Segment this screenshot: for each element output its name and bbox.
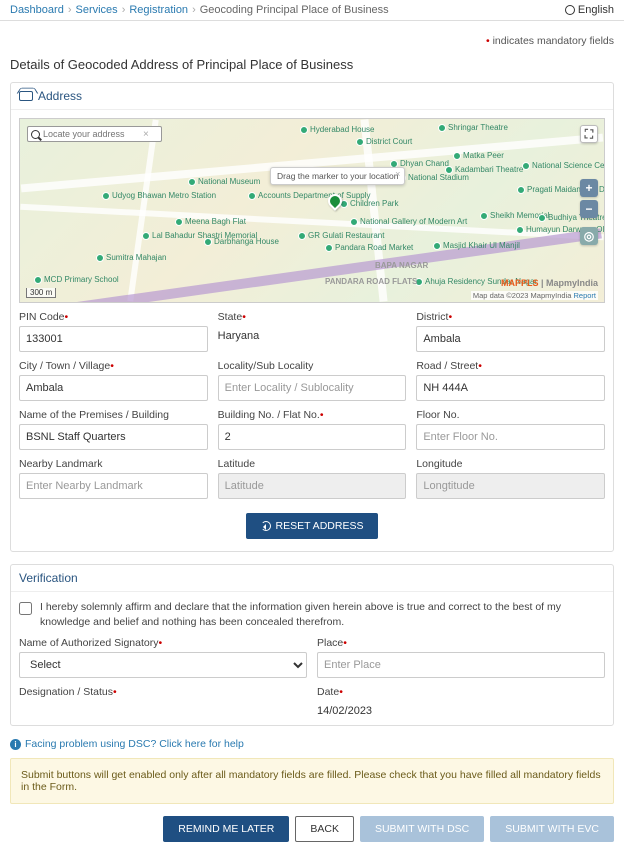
map-attribution: Map data ©2023 MapmyIndia Report [471,291,598,300]
date-label: Date• [317,686,605,698]
remind-later-button[interactable]: REMIND ME LATER [163,816,289,842]
road-input[interactable] [416,375,605,401]
fullscreen-button[interactable]: ⛶ [580,125,598,143]
floor-label: Floor No. [416,409,605,421]
landmark-label: Nearby Landmark [19,458,208,470]
crumb-current: Geocoding Principal Place of Business [200,4,389,16]
lat-label: Latitude [218,458,407,470]
declaration-text: I hereby solemnly affirm and declare tha… [40,600,605,629]
locality-label: Locality/Sub Locality [218,360,407,372]
clear-search-icon[interactable]: × [143,129,149,140]
state-value: Haryana [218,326,407,342]
map-tooltip: Drag the marker to your location × [270,167,405,185]
buildingno-label: Building No. / Flat No.• [218,409,407,421]
lat-input [218,473,407,499]
poi: Darbhanga House [204,237,279,246]
city-input[interactable] [19,375,208,401]
floor-input[interactable] [416,424,605,450]
declaration-checkbox[interactable] [19,602,32,615]
info-icon: i [10,739,21,750]
poi: National Science Centre [522,161,605,170]
road-label: Road / Street• [416,360,605,372]
locality-input[interactable] [218,375,407,401]
poi: National Museum [188,177,260,186]
zoom-out-button[interactable]: − [580,200,598,218]
place-label: Place• [317,637,605,649]
close-tooltip-icon[interactable]: × [395,169,400,179]
submit-evc-button: SUBMIT WITH EVC [490,816,614,842]
language-selector[interactable]: English [565,4,614,16]
crumb-registration[interactable]: Registration [129,4,188,16]
verification-heading: Verification [11,565,613,592]
poi: Matka Peer [453,151,504,160]
breadcrumb: Dashboard› Services› Registration› Geoco… [10,4,389,16]
poi: Sumitra Mahajan [96,253,166,262]
poi: Hyderabad House [300,125,374,134]
map-report-link[interactable]: Report [573,291,596,300]
poi: District Court [356,137,412,146]
poi: National Stadium [398,173,469,182]
reset-address-button[interactable]: RESET ADDRESS [246,513,379,539]
map-brand: MAPPLS | MapmyIndia [501,278,598,288]
premises-label: Name of the Premises / Building [19,409,208,421]
address-heading: Address [11,83,613,110]
dsc-help-link[interactable]: i Facing problem using DSC? Click here f… [10,738,614,750]
poi: Udyog Bhawan Metro Station [102,191,216,200]
mandatory-note: • indicates mandatory fields [10,35,614,47]
map-search-input[interactable] [43,129,143,139]
map-marker[interactable] [328,194,344,210]
zoom-in-button[interactable]: + [580,179,598,197]
map-scale: 300 m [26,288,56,298]
page-title: Details of Geocoded Address of Principal… [10,57,614,72]
signatory-label: Name of Authorized Signatory• [19,637,307,649]
premises-input[interactable] [19,424,208,450]
designation-value [19,701,307,705]
lon-input [416,473,605,499]
crumb-dashboard[interactable]: Dashboard [10,4,64,16]
map[interactable]: Hyderabad House Shringar Theatre Distric… [19,118,605,303]
poi: Shringar Theatre [438,123,508,132]
poi: Meena Bagh Flat [175,217,246,226]
state-label: State• [218,311,407,323]
submit-dsc-button: SUBMIT WITH DSC [360,816,484,842]
search-icon [31,130,40,139]
crumb-services[interactable]: Services [76,4,118,16]
map-area-label: BAPA NAGAR [375,261,428,270]
back-button[interactable]: BACK [295,816,354,842]
envelope-icon [19,91,33,101]
poi: GR Gulati Restaurant [298,231,384,240]
city-label: City / Town / Village• [19,360,208,372]
district-input[interactable] [416,326,605,352]
warning-box: Submit buttons will get enabled only aft… [10,758,614,804]
map-area-label: PANDARA ROAD FLATS [325,277,417,286]
buildingno-input[interactable] [218,424,407,450]
pin-label: PIN Code• [19,311,208,323]
map-search-box[interactable]: × [27,126,162,142]
locate-me-button[interactable]: ◎ [580,227,598,245]
lon-label: Longitude [416,458,605,470]
signatory-select[interactable]: Select [19,652,307,678]
poi: MCD Primary School [34,275,119,284]
place-input[interactable] [317,652,605,678]
refresh-icon [261,521,271,531]
district-label: District• [416,311,605,323]
poi: Masjid Khair Ul Manjil [433,241,520,250]
poi: Accounts Department of Supply [248,191,371,200]
globe-icon [565,5,575,15]
poi: Pandara Road Market [325,243,413,252]
date-value: 14/02/2023 [317,701,605,717]
poi: National Gallery of Modern Art [350,217,467,226]
poi: Children Park [340,199,398,208]
landmark-input[interactable] [19,473,208,499]
designation-label: Designation / Status• [19,686,307,698]
pin-input[interactable] [19,326,208,352]
